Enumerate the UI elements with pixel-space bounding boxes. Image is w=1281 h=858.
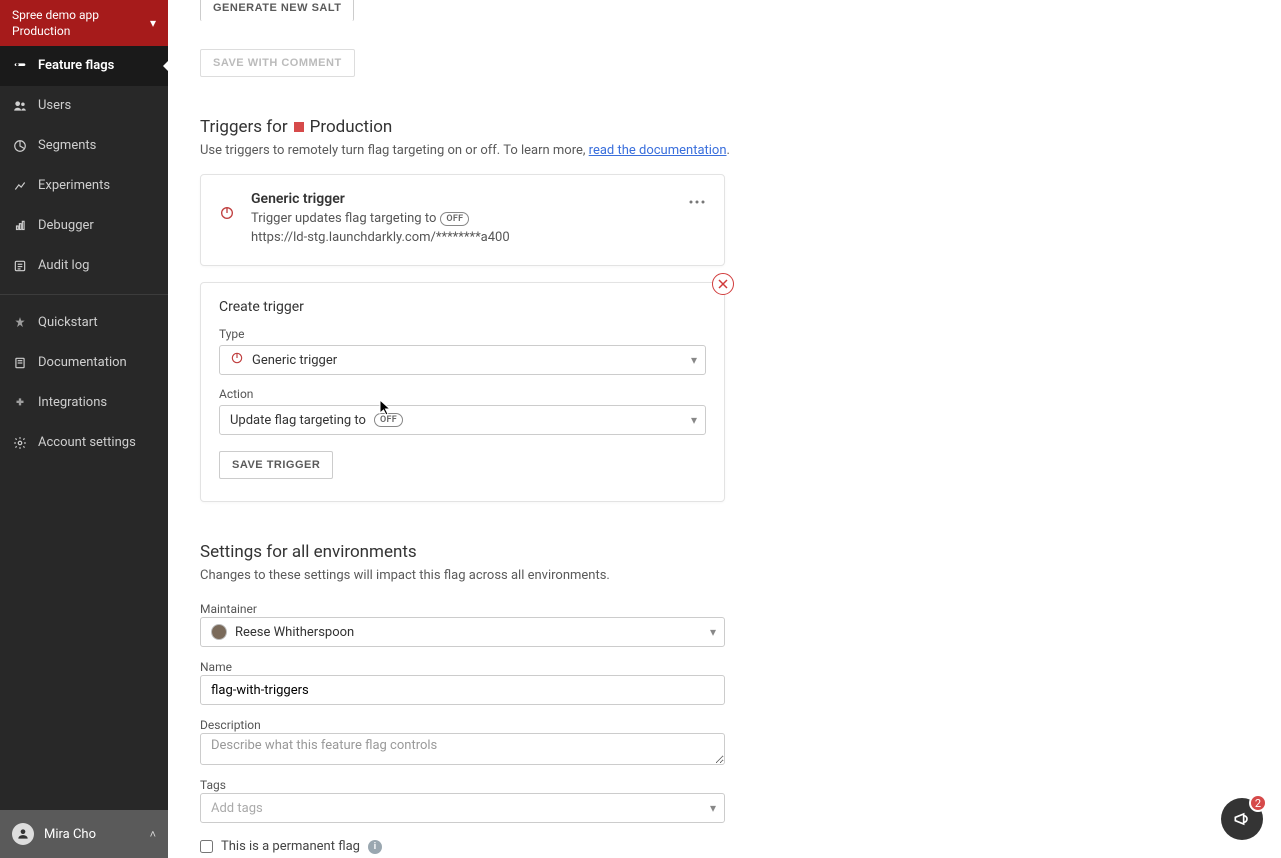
type-select[interactable]: Generic trigger ▾: [219, 345, 706, 375]
maintainer-value: Reese Whitherspoon: [235, 625, 354, 640]
sidebar-item-label: Experiments: [38, 178, 110, 193]
save-trigger-button[interactable]: SAVE TRIGGER: [219, 451, 333, 479]
flag-icon: [12, 58, 28, 74]
users-icon: [12, 98, 28, 114]
sidebar-item-experiments[interactable]: Experiments: [0, 166, 168, 206]
megaphone-icon: [1232, 809, 1252, 829]
generic-trigger-icon: [219, 205, 235, 225]
sidebar-item-audit-log[interactable]: Audit log: [0, 246, 168, 286]
environment-color-swatch: [294, 122, 304, 132]
sidebar: Spree demo app Production ▾ Feature flag…: [0, 0, 168, 858]
chevron-down-icon: ▾: [691, 353, 697, 367]
main-content: GENERATE NEW SALT SAVE WITH COMMENT Trig…: [168, 0, 1281, 858]
maintainer-select[interactable]: Reese Whitherspoon ▾: [200, 617, 725, 647]
audit-log-icon: [12, 258, 28, 274]
triggers-section: Triggers for Production Use triggers to …: [200, 117, 1249, 502]
environment-selector[interactable]: Spree demo app Production ▾: [0, 0, 168, 46]
sidebar-item-segments[interactable]: Segments: [0, 126, 168, 166]
trigger-more-menu[interactable]: [688, 191, 706, 209]
app-name: Spree demo app: [12, 8, 99, 24]
triggers-subtext: Use triggers to remotely turn flag targe…: [200, 143, 1249, 158]
debugger-icon: [12, 218, 28, 234]
triggers-subtext-pre: Use triggers to remotely turn flag targe…: [200, 143, 589, 158]
settings-section: Settings for all environments Changes to…: [200, 542, 1249, 854]
sidebar-item-documentation[interactable]: Documentation: [0, 343, 168, 383]
existing-trigger-title: Generic trigger: [251, 191, 706, 207]
sidebar-item-integrations[interactable]: Integrations: [0, 383, 168, 423]
type-select-value: Generic trigger: [252, 353, 337, 368]
action-label: Action: [219, 387, 706, 401]
sidebar-item-debugger[interactable]: Debugger: [0, 206, 168, 246]
quickstart-icon: [12, 315, 28, 331]
description-input[interactable]: [200, 733, 725, 765]
read-docs-link[interactable]: read the documentation: [589, 143, 727, 158]
user-avatar-icon: [12, 823, 34, 845]
off-badge: OFF: [374, 413, 403, 427]
user-menu[interactable]: Mira Cho ˄: [0, 810, 168, 858]
description-label: Description: [200, 718, 261, 732]
info-icon[interactable]: i: [368, 840, 382, 854]
nav-divider: [0, 294, 168, 295]
tags-placeholder: Add tags: [211, 801, 263, 816]
triggers-heading: Triggers for Production: [200, 117, 1249, 137]
create-trigger-card: Create trigger Type Generic trigger ▾ Ac…: [200, 282, 725, 502]
generate-salt-button[interactable]: GENERATE NEW SALT: [200, 0, 354, 21]
help-badge-count: 2: [1249, 794, 1267, 812]
maintainer-label: Maintainer: [200, 602, 257, 616]
close-create-trigger-button[interactable]: [712, 273, 734, 295]
sidebar-item-label: Documentation: [38, 355, 127, 370]
sidebar-item-label: Account settings: [38, 435, 136, 450]
action-select-value: Update flag targeting to: [230, 413, 366, 428]
save-with-comment-button[interactable]: SAVE WITH COMMENT: [200, 49, 355, 77]
help-widget-button[interactable]: 2: [1221, 798, 1263, 840]
existing-trigger-card: Generic trigger Trigger updates flag tar…: [200, 174, 725, 266]
sidebar-item-users[interactable]: Users: [0, 86, 168, 126]
sidebar-item-label: Integrations: [38, 395, 107, 410]
segments-icon: [12, 138, 28, 154]
chevron-down-icon: ▾: [710, 801, 716, 815]
sidebar-item-label: Quickstart: [38, 315, 98, 330]
existing-trigger-url: https://ld-stg.launchdarkly.com/********…: [251, 230, 706, 245]
integrations-icon: [12, 395, 28, 411]
name-input[interactable]: [200, 675, 725, 705]
chevron-down-icon: ▾: [710, 625, 716, 639]
triggers-heading-env: Production: [310, 117, 393, 137]
tags-select[interactable]: Add tags ▾: [200, 793, 725, 823]
user-name: Mira Cho: [44, 827, 140, 842]
sidebar-nav-primary: Feature flags Users Segments Experiments: [0, 46, 168, 463]
create-trigger-heading: Create trigger: [219, 299, 706, 315]
sidebar-item-label: Feature flags: [38, 58, 114, 73]
action-select[interactable]: Update flag targeting to OFF ▾: [219, 405, 706, 435]
name-label: Name: [200, 660, 232, 674]
sidebar-item-account-settings[interactable]: Account settings: [0, 423, 168, 463]
sidebar-item-label: Audit log: [38, 258, 89, 273]
chevron-up-icon: ˄: [150, 828, 156, 841]
chevron-down-icon: ▾: [691, 413, 697, 427]
off-badge: OFF: [440, 212, 469, 226]
maintainer-avatar: [211, 624, 227, 640]
sidebar-item-label: Debugger: [38, 218, 94, 233]
gear-icon: [12, 435, 28, 451]
settings-heading: Settings for all environments: [200, 542, 1249, 562]
environment-name: Production: [12, 24, 99, 38]
sidebar-item-label: Segments: [38, 138, 96, 153]
settings-subtext: Changes to these settings will impact th…: [200, 568, 1249, 583]
sidebar-item-feature-flags[interactable]: Feature flags: [0, 46, 168, 86]
top-buttons-section: GENERATE NEW SALT SAVE WITH COMMENT: [200, 0, 1249, 77]
chevron-down-icon: ▾: [150, 16, 156, 30]
permanent-flag-checkbox[interactable]: [200, 840, 213, 853]
generic-trigger-icon: [230, 351, 244, 369]
sidebar-item-label: Users: [38, 98, 71, 113]
triggers-heading-prefix: Triggers for: [200, 117, 288, 137]
type-label: Type: [219, 327, 706, 341]
documentation-icon: [12, 355, 28, 371]
existing-trigger-desc: Trigger updates flag targeting to: [251, 211, 436, 226]
sidebar-item-quickstart[interactable]: Quickstart: [0, 303, 168, 343]
permanent-flag-label: This is a permanent flag: [221, 839, 360, 854]
tags-label: Tags: [200, 778, 226, 792]
experiments-icon: [12, 178, 28, 194]
